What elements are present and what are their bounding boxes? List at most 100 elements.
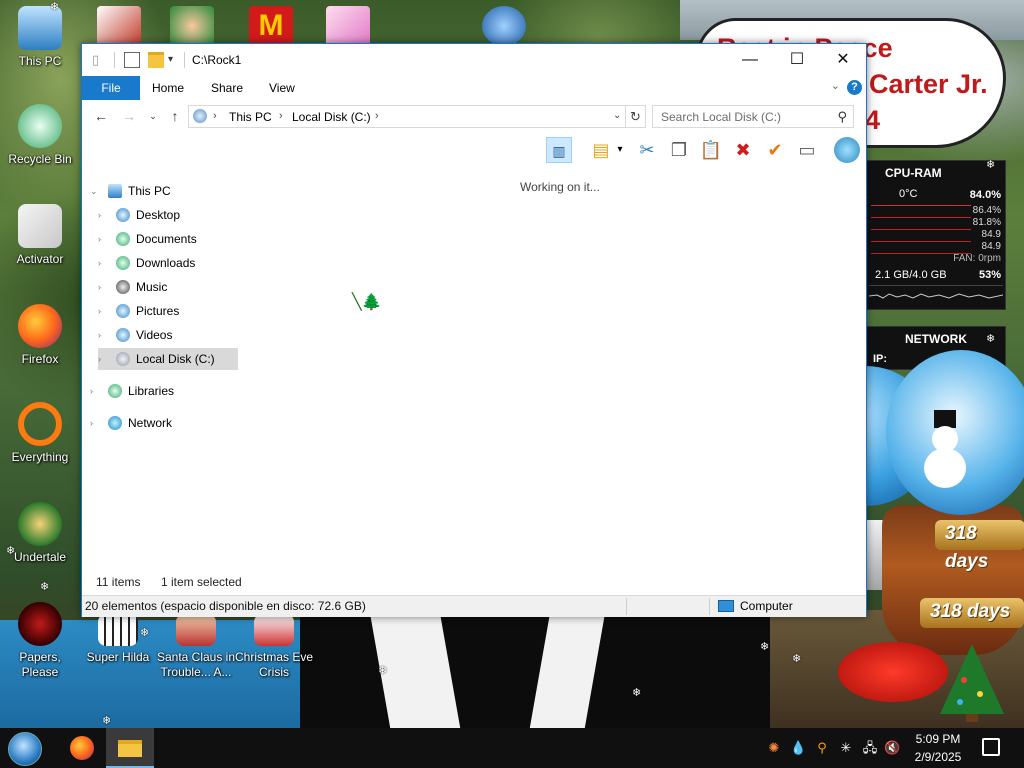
properties-icon[interactable] (124, 52, 140, 68)
tray-app-icon[interactable]: ✺ (766, 740, 782, 756)
start-button[interactable] (0, 728, 48, 768)
tray-snowflake-icon[interactable]: ✳ (838, 740, 854, 756)
nav-label: Libraries (128, 384, 175, 398)
desktop-icon-papers-please[interactable]: Papers, Please (0, 602, 80, 680)
network-tray-icon[interactable]: 🖧 (862, 740, 878, 756)
desktop-icon-activator[interactable]: Activator (0, 204, 80, 267)
nav-item-local-disk[interactable]: › Local Disk (C:) (98, 348, 238, 370)
desktop-icon-super-hilda[interactable]: Super Hilda (78, 614, 158, 665)
nav-item-pictures[interactable]: › Pictures (98, 300, 240, 322)
nav-item-documents[interactable]: › Documents (98, 228, 240, 250)
nav-item-music[interactable]: › Music (98, 276, 240, 298)
desktop-icon-christmas-eve-crisis[interactable]: Christmas Eve Crisis (234, 614, 314, 680)
nav-item-videos[interactable]: › Videos (98, 324, 240, 346)
search-icon[interactable]: ⚲ (837, 109, 847, 125)
cut-button[interactable]: ✂ (634, 137, 660, 163)
tray-drop-icon[interactable]: 💧 (790, 740, 806, 756)
documents-folder-icon (116, 232, 130, 246)
expand-ribbon-icon[interactable]: ⌄ (831, 79, 840, 92)
start-orb-icon (8, 732, 42, 766)
file-list-area[interactable]: Working on it... ╲🌲 (242, 172, 866, 582)
maximize-button[interactable]: ☐ (774, 44, 820, 76)
navigation-pane: ⌄ This PC › Desktop › Documents › Downlo… (82, 172, 242, 582)
app-icon[interactable]: ▯ (92, 52, 108, 68)
collapse-arrow-icon[interactable]: ⌄ (90, 180, 102, 202)
breadcrumb-local-disk[interactable]: Local Disk (C:) (292, 110, 371, 124)
mcdonalds-icon[interactable]: M (249, 6, 293, 46)
tab-share[interactable]: Share (211, 76, 243, 100)
globe-button[interactable] (834, 137, 860, 163)
notification-center-icon[interactable] (982, 738, 1000, 756)
status-detail: 20 elementos (espacio disponible en disc… (85, 599, 366, 613)
refresh-button[interactable]: ↻ (626, 105, 646, 128)
nav-item-desktop[interactable]: › Desktop (98, 204, 240, 226)
expand-arrow-icon[interactable]: › (98, 228, 110, 250)
expand-arrow-icon[interactable]: › (90, 412, 102, 434)
snowflake-icon: ❄ (632, 687, 642, 699)
recent-locations-icon[interactable]: ⌄ (144, 107, 162, 125)
snowflake-icon: ❄ (986, 333, 996, 345)
quick-access-dropdown-icon[interactable]: ▾ (168, 52, 184, 68)
nav-item-network[interactable]: › Network (90, 412, 240, 434)
cpu-core-value: 86.4% (972, 205, 1001, 216)
windows-logo-icon[interactable] (482, 6, 526, 46)
volume-muted-icon[interactable]: 🔇 (884, 740, 900, 756)
copy-button[interactable]: ❐ (666, 137, 692, 163)
desktop-pig-icon[interactable] (326, 6, 370, 46)
christmas-tree-icon (940, 644, 1004, 722)
fan-speed: FAN: 0rpm (953, 253, 1001, 264)
rename-button[interactable]: ✔ (762, 137, 788, 163)
taskbar-file-explorer[interactable] (106, 728, 154, 768)
expand-arrow-icon[interactable]: › (98, 348, 110, 370)
back-button[interactable]: ← (92, 107, 110, 125)
nav-label: This PC (128, 184, 171, 198)
expand-arrow-icon[interactable]: › (98, 324, 110, 346)
desktop-icon-this-pc[interactable]: This PC (0, 6, 80, 69)
delete-button[interactable]: ✖ (730, 137, 756, 163)
tab-file[interactable]: File (82, 76, 140, 100)
breadcrumb-this-pc[interactable]: This PC (229, 110, 272, 124)
minimize-button[interactable]: — (727, 44, 773, 76)
address-dropdown-icon[interactable]: ⌄ (613, 110, 621, 121)
cpu-core-value: 81.8% (972, 217, 1001, 228)
downloads-folder-icon (116, 256, 130, 270)
desktop-game-icon[interactable] (170, 6, 214, 46)
expand-arrow-icon[interactable]: › (98, 300, 110, 322)
desktop-icon-firefox[interactable]: Firefox (0, 304, 80, 367)
desktop-icon-santa-claus[interactable]: Santa Claus in Trouble... A... (155, 614, 237, 680)
nav-item-libraries[interactable]: › Libraries (90, 380, 240, 402)
navigation-pane-button[interactable]: ▥ (546, 137, 572, 163)
layout-button[interactable]: ▤ (588, 137, 614, 163)
title-bar[interactable]: ▯ ▾ C:\Rock1 — ☐ ✕ (82, 44, 866, 76)
expand-arrow-icon[interactable]: › (98, 204, 110, 226)
tab-home[interactable]: Home (152, 76, 184, 100)
snowflake-icon: ❄ (102, 715, 112, 727)
breadcrumb-separator: › (375, 110, 379, 122)
close-button[interactable]: ✕ (820, 44, 866, 76)
up-button[interactable]: ↑ (166, 107, 184, 125)
banner-line-3: 4 (865, 105, 881, 135)
address-bar[interactable]: › This PC › Local Disk (C:) › ⌄ (188, 105, 626, 128)
layout-dropdown-icon[interactable]: ▾ (614, 137, 626, 163)
selection-count: 1 item selected (161, 575, 242, 589)
tab-view[interactable]: View (269, 76, 295, 100)
search-placeholder: Search Local Disk (C:) (661, 110, 782, 124)
nav-item-this-pc[interactable]: ⌄ This PC (90, 180, 240, 202)
desktop-icon-everything[interactable]: Everything (0, 402, 80, 465)
nav-item-downloads[interactable]: › Downloads (98, 252, 240, 274)
desktop-app-icon[interactable] (97, 6, 141, 46)
search-box[interactable]: Search Local Disk (C:) ⚲ (652, 105, 854, 128)
help-icon[interactable]: ? (847, 80, 862, 95)
expand-arrow-icon[interactable]: › (98, 276, 110, 298)
clock[interactable]: 5:09 PM 2/9/2025 (906, 730, 970, 766)
expand-arrow-icon[interactable]: › (98, 252, 110, 274)
properties-button[interactable]: ▭ (794, 137, 820, 163)
taskbar-firefox[interactable] (56, 728, 104, 768)
tray-search-icon[interactable]: ⚲ (814, 740, 830, 756)
paste-button[interactable]: 📋 (698, 137, 724, 163)
file-explorer-icon (118, 740, 142, 757)
desktop-icon-recycle-bin[interactable]: Recycle Bin (0, 104, 80, 167)
new-folder-icon[interactable] (148, 52, 164, 68)
forward-button[interactable]: → (120, 107, 138, 125)
expand-arrow-icon[interactable]: › (90, 380, 102, 402)
